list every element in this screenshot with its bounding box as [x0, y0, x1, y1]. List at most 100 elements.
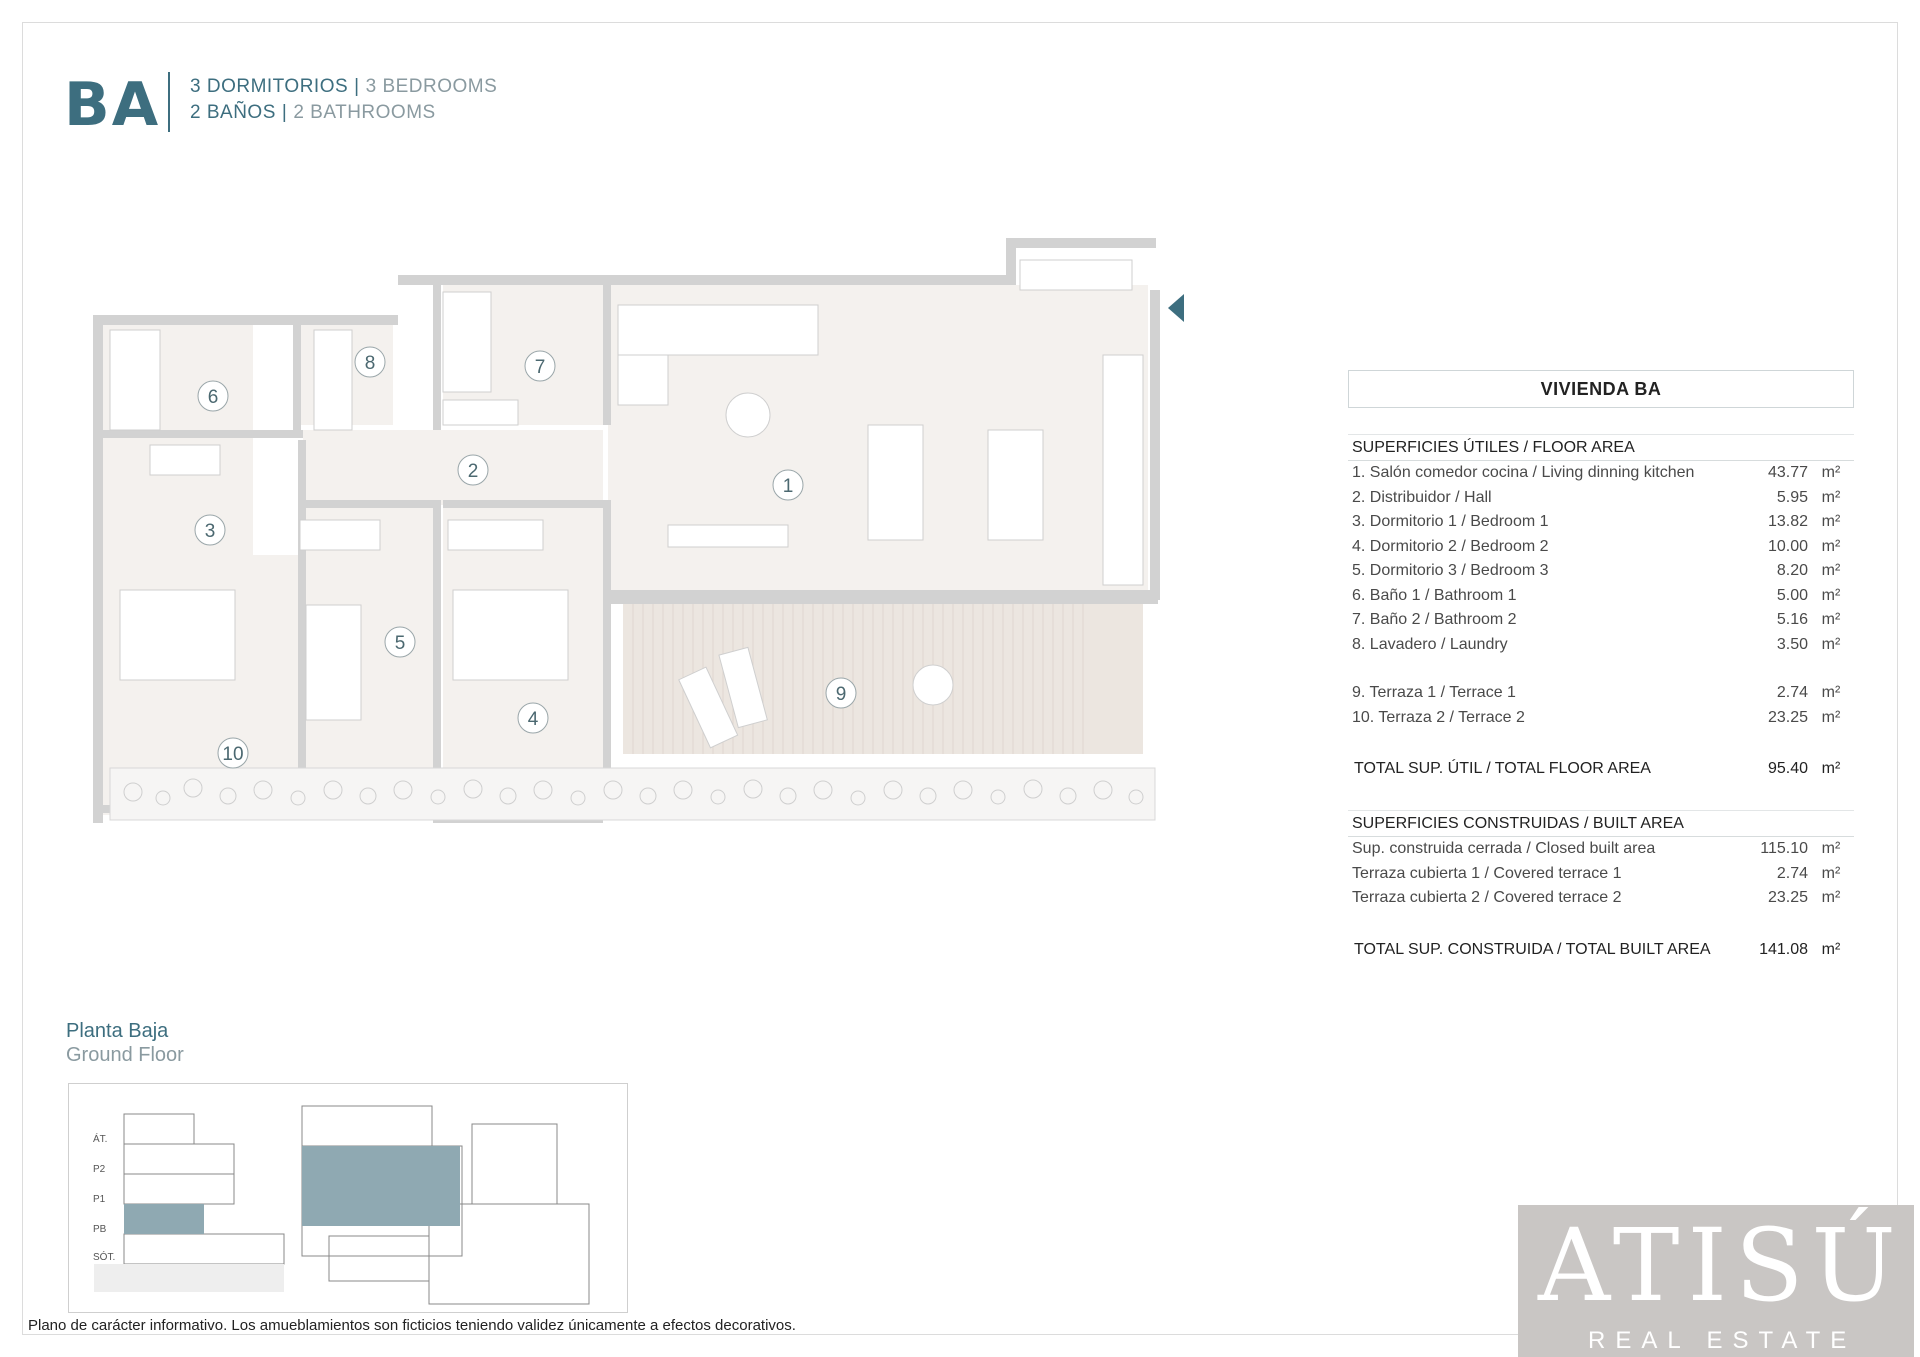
total-label: TOTAL SUP. CONSTRUIDA / TOTAL BUILT AREA: [1354, 940, 1711, 958]
row-label: 7. Baño 2 / Bathroom 2: [1352, 611, 1517, 629]
section-lines: [123, 1113, 285, 1265]
total-value: 141.08: [1759, 940, 1808, 958]
room-number-1: 1: [783, 476, 794, 497]
row-value: 43.77: [1767, 464, 1808, 482]
level-label: ÁT.: [93, 1132, 107, 1145]
unit-code: BA: [64, 70, 161, 140]
table-row: 4. Dormitorio 2 / Bedroom 2 10.00 m²: [1348, 535, 1854, 560]
table-row: Terraza cubierta 2 / Covered terrace 2 23…: [1348, 886, 1854, 911]
room-number-7: 7: [535, 357, 546, 378]
row-value: 8.20: [1776, 562, 1808, 580]
logo-word: ATISÚ: [1538, 1207, 1904, 1324]
bedrooms-en: 3 BEDROOMS: [365, 76, 498, 97]
built-area-heading: SUPERFICIES CONSTRUIDAS / BUILT AREA: [1348, 810, 1854, 837]
row-unit: m²: [1821, 684, 1841, 702]
row-unit: m²: [1821, 635, 1841, 653]
table-row: 8. Lavadero / Laundry 3.50 m²: [1348, 633, 1854, 658]
table-row: Sup. construida cerrada / Closed built a…: [1348, 837, 1854, 862]
highlighted-level: [124, 1204, 204, 1234]
logo-subtitle: REAL ESTATE: [1588, 1327, 1857, 1354]
room-number-5: 5: [395, 633, 406, 654]
floor-name-en: Ground Floor: [66, 1044, 184, 1066]
key-plan-drawing: ÁT. P2 P1 PB SÓT.: [93, 1105, 590, 1305]
total-unit: m²: [1821, 760, 1841, 777]
bathrooms-es: 2 BAÑOS: [190, 102, 276, 123]
header-divider: [168, 72, 170, 132]
row-unit: m²: [1821, 611, 1841, 629]
row-unit: m²: [1821, 840, 1841, 858]
row-label: Sup. construida cerrada / Closed built a…: [1352, 840, 1656, 858]
total-floor-row: TOTAL SUP. ÚTIL / TOTAL FLOOR AREA 95.40 m…: [1348, 754, 1854, 784]
table-row: 2. Distribuidor / Hall 5.95 m²: [1348, 486, 1854, 511]
total-label: TOTAL SUP. ÚTIL / TOTAL FLOOR AREA: [1354, 760, 1651, 777]
row-unit: m²: [1821, 586, 1841, 604]
bathrooms-en: 2 BATHROOMS: [293, 102, 436, 123]
table-row: Terraza cubierta 1 / Covered terrace 1 2.…: [1348, 862, 1854, 887]
row-value: 5.00: [1776, 586, 1808, 604]
highlighted-unit: [302, 1146, 460, 1226]
level-label: PB: [93, 1224, 107, 1235]
table-row: 6. Baño 1 / Bathroom 1 5.00 m²: [1348, 584, 1854, 609]
row-value: 115.10: [1760, 840, 1808, 858]
spec-separator: |: [354, 76, 360, 97]
row-value: 10.00: [1767, 537, 1808, 555]
room-number-3: 3: [205, 521, 216, 542]
table-row: 9. Terraza 1 / Terrace 1 2.74 m²: [1348, 681, 1854, 706]
row-label: 2. Distribuidor / Hall: [1352, 488, 1492, 506]
bathrooms-spec: 2 BAÑOS | 2 BATHROOMS: [190, 102, 436, 124]
row-unit: m²: [1821, 513, 1841, 531]
table-row: 3. Dormitorio 1 / Bedroom 1 13.82 m²: [1348, 510, 1854, 535]
total-value: 95.40: [1767, 760, 1808, 777]
floor-area-heading: SUPERFICIES ÚTILES / FLOOR AREA: [1348, 434, 1854, 461]
total-built-row: TOTAL SUP. CONSTRUIDA / TOTAL BUILT AREA…: [1348, 935, 1854, 965]
entrance-arrow: [1168, 294, 1184, 322]
row-value: 2.74: [1776, 684, 1808, 702]
row-label: 5. Dormitorio 3 / Bedroom 3: [1352, 562, 1549, 580]
row-unit: m²: [1821, 464, 1841, 482]
row-value: 23.25: [1767, 889, 1808, 907]
row-label: Terraza cubierta 1 / Covered terrace 1: [1352, 864, 1622, 882]
basement: [94, 1264, 284, 1292]
garden-strip: [109, 767, 1156, 821]
row-value: 2.74: [1776, 864, 1808, 882]
bedrooms-spec: 3 DORMITORIOS | 3 BEDROOMS: [190, 76, 497, 98]
row-label: 8. Lavadero / Laundry: [1352, 635, 1508, 653]
table-row: 5. Dormitorio 3 / Bedroom 3 8.20 m²: [1348, 559, 1854, 584]
disclaimer: Plano de carácter informativo. Los amueb…: [28, 1317, 796, 1334]
row-unit: m²: [1821, 562, 1841, 580]
row-unit: m²: [1821, 864, 1841, 882]
row-unit: m²: [1821, 537, 1841, 555]
floor-name-es: Planta Baja: [66, 1020, 169, 1042]
row-label: Terraza cubierta 2 / Covered terrace 2: [1352, 889, 1622, 907]
row-label: 3. Dormitorio 1 / Bedroom 1: [1352, 513, 1549, 531]
room-number-10: 10: [222, 744, 243, 765]
row-value: 5.16: [1776, 611, 1808, 629]
table-row: 7. Baño 2 / Bathroom 2 5.16 m²: [1348, 608, 1854, 633]
room-number-4: 4: [528, 709, 539, 730]
room-number-9: 9: [836, 684, 847, 705]
row-label: 9. Terraza 1 / Terrace 1: [1352, 684, 1516, 702]
level-label: SÓT.: [93, 1250, 115, 1263]
row-label: 1. Salón comedor cocina / Living dinning…: [1352, 464, 1695, 482]
row-value: 5.95: [1776, 488, 1808, 506]
key-plan: ÁT. P2 P1 PB SÓT.: [68, 1083, 628, 1313]
row-unit: m²: [1821, 889, 1841, 907]
level-labels: ÁT. P2 P1 PB SÓT.: [93, 1132, 115, 1263]
room-number-8: 8: [365, 353, 376, 374]
row-value: 13.82: [1767, 513, 1808, 531]
row-unit: m²: [1821, 488, 1841, 506]
area-table: VIVIENDA BA SUPERFICIES ÚTILES / FLOOR A…: [1348, 370, 1854, 965]
table-row: 1. Salón comedor cocina / Living dinning…: [1348, 461, 1854, 486]
level-label: P2: [93, 1164, 106, 1175]
spec-separator: |: [281, 102, 288, 123]
table-title: VIVIENDA BA: [1348, 370, 1854, 408]
row-label: 4. Dormitorio 2 / Bedroom 2: [1352, 537, 1549, 555]
bedrooms-es: 3 DORMITORIOS: [190, 76, 349, 97]
row-label: 10. Terraza 2 / Terrace 2: [1352, 708, 1525, 726]
room-number-2: 2: [468, 461, 479, 482]
logo: ATISÚ REAL ESTATE: [1518, 1205, 1914, 1357]
row-unit: m²: [1821, 708, 1841, 726]
